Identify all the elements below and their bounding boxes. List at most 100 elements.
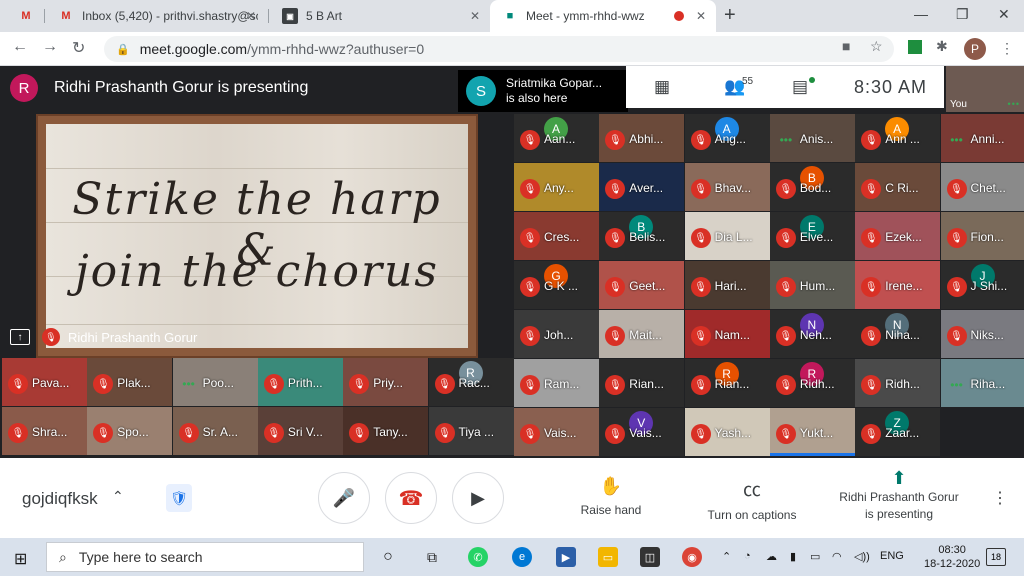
forward-icon[interactable]: → [42,38,58,56]
participant-tile[interactable]: 🎙 E Elve... [769,212,855,260]
tab-meet[interactable]: ■ Meet - ymm-rhhd-wwz ✕ [490,0,716,32]
camera-button[interactable]: ▶ [452,472,504,524]
participant-tile[interactable]: 🎙 A Ang... [684,114,770,162]
volume-icon[interactable]: ◁)) [854,550,870,563]
participant-tile[interactable]: 🎙 Mait... [599,310,685,358]
participant-tile[interactable]: 🎙 Chet... [940,163,1024,211]
more-icon[interactable]: ⋮ [1000,40,1014,57]
participant-tile[interactable]: 🎙 Tany... [343,407,429,455]
participant-tile[interactable]: 🎙 Prith... [257,358,343,406]
participant-tile[interactable]: 🎙 Fion... [940,212,1024,260]
participant-tile[interactable]: 🎙 G G K ... [514,261,599,309]
tray-app-icon[interactable]: ◔ [744,550,751,562]
close-icon[interactable]: ✕ [470,9,480,23]
participant-tile[interactable]: 🎙 Yukt... [769,408,855,456]
participant-tile[interactable]: 🎙 Spo... [87,407,173,455]
chat-icon[interactable]: ▤ [792,77,808,97]
chrome-icon[interactable]: ◉ [682,547,702,567]
back-icon[interactable]: ← [12,38,28,56]
battery-icon[interactable]: ▭ [810,550,820,563]
participant-tile[interactable]: 🎙 A Ann ... [855,114,941,162]
participant-tile[interactable]: 🎙 Bhav... [684,163,770,211]
participant-tile[interactable]: 🎙 N Niha... [855,310,941,358]
participant-tile[interactable]: 🎙 Vais... [514,408,599,456]
participant-tile[interactable]: 🎙 R Rian... [684,359,770,407]
participant-tile[interactable]: ••• Anni... [940,114,1024,162]
layout-grid-icon[interactable]: ▦ [654,77,670,97]
participant-tile[interactable]: ••• Poo... [172,358,258,406]
restore-icon[interactable]: ❐ [956,6,969,23]
windows-start-icon[interactable]: ⊞ [14,549,27,569]
close-icon[interactable]: ✕ [246,9,256,23]
notification-center-icon[interactable]: 18 [986,548,1006,566]
camera-icon[interactable]: ■ [842,38,850,54]
participant-tile[interactable]: 🎙 Tiya ... [428,407,514,455]
microphone-button[interactable]: 🎤 [318,472,370,524]
participant-tile[interactable]: 🎙 Geet... [599,261,685,309]
participant-tile[interactable]: 🎙 Joh... [514,310,599,358]
participant-tile[interactable]: 🎙 Irene... [855,261,941,309]
onedrive-icon[interactable]: ☁ [766,550,777,563]
tab-inbox[interactable]: M Inbox (5,420) - prithvi.shastry@sc ✕ [46,0,266,32]
close-icon[interactable]: ✕ [696,9,706,23]
presenting-button[interactable]: ⬆ Ridhi Prashanth Gorur is presenting [830,469,968,523]
participant-tile[interactable]: 🎙 Yash... [684,408,770,456]
participant-tile[interactable]: 🎙 Dia L... [684,212,770,260]
tab-5b-art[interactable]: ▣ 5 B Art ✕ [270,0,490,32]
participant-tile[interactable]: 🎙 Ridh... [855,359,941,407]
more-options-icon[interactable]: ⋮ [992,488,1008,508]
participant-tile[interactable]: 🎙 J J Shi... [940,261,1024,309]
minimize-icon[interactable]: — [914,6,928,22]
network-icon[interactable]: ◠ [832,550,842,563]
participant-tile[interactable]: 🎙 Z Zaar... [855,408,941,456]
participant-tile[interactable]: 🎙 Shra... [2,407,87,455]
participant-tile[interactable]: 🎙 V Vais... [599,408,685,456]
participant-tile[interactable]: 🎙 Ezek... [855,212,941,260]
leave-call-button[interactable]: ☎ [385,472,437,524]
store-icon[interactable]: ◫ [640,547,660,567]
presentation-screen[interactable]: Strike the harp & join the chorus [36,114,478,358]
participant-tile[interactable]: 🎙 Hari... [684,261,770,309]
whatsapp-icon[interactable]: ✆ [468,547,488,567]
participant-tile[interactable]: 🎙 Sri V... [257,407,343,455]
close-window-icon[interactable]: ✕ [998,6,1010,23]
participant-tile[interactable]: 🎙 Sr. A... [172,407,258,455]
participant-tile[interactable]: 🎙 Niks... [940,310,1024,358]
media-player-icon[interactable]: ▶ [556,547,576,567]
participant-tile[interactable]: ••• Anis... [769,114,855,162]
participant-tile[interactable]: 🎙 Pava... [2,358,87,406]
task-view-icon[interactable]: ⧉ [422,547,442,567]
microphone-tray-icon[interactable]: ▮ [790,550,796,563]
edge-icon[interactable]: e [512,547,532,567]
also-here-tile[interactable]: S Sriatmika Gopar... is also here [458,70,628,112]
participant-tile[interactable]: 🎙 R Ridh... [769,359,855,407]
participant-tile[interactable]: 🎙 Hum... [769,261,855,309]
file-explorer-icon[interactable]: ▭ [598,547,618,567]
self-view-tile[interactable]: You ••• [946,66,1024,112]
participant-tile[interactable]: 🎙 N Neh... [769,310,855,358]
participant-tile[interactable]: 🎙 Ram... [514,359,599,407]
extensions-icon[interactable]: ✱ [936,38,948,55]
participant-tile[interactable]: 🎙 Abhi... [599,114,685,162]
participant-tile[interactable]: 🎙 Priy... [343,358,429,406]
profile-avatar[interactable]: P [964,38,986,60]
host-controls-shield-icon[interactable]: 🛡 [166,484,192,512]
participant-tile[interactable]: 🎙 Plak... [87,358,173,406]
participant-tile[interactable]: 🎙 B Bod... [769,163,855,211]
taskbar-clock[interactable]: 08:30 18-12-2020 [924,543,980,571]
participant-tile[interactable]: 🎙 Cres... [514,212,599,260]
reload-icon[interactable]: ↻ [72,38,85,58]
tab-gmail-pinned[interactable]: M [6,0,42,32]
participant-tile[interactable]: 🎙 Rian... [599,359,685,407]
sheets-extension-icon[interactable] [908,40,922,54]
participant-tile[interactable]: 🎙 Nam... [684,310,770,358]
bookmark-star-icon[interactable]: ☆ [870,38,883,55]
participant-tile[interactable]: 🎙 A Aan... [514,114,599,162]
url-input[interactable]: 🔒 meet.google.com/ymm-rhhd-wwz?authuser=… [104,36,894,62]
participant-tile[interactable]: ••• Riha... [940,359,1024,407]
tray-chevron-icon[interactable]: ⌃ [722,550,731,563]
participant-tile[interactable]: 🎙 C Ri... [855,163,941,211]
participant-tile[interactable]: 🎙 Any... [514,163,599,211]
participant-tile[interactable]: 🎙 B Belis... [599,212,685,260]
language-indicator[interactable]: ENG [880,550,904,562]
